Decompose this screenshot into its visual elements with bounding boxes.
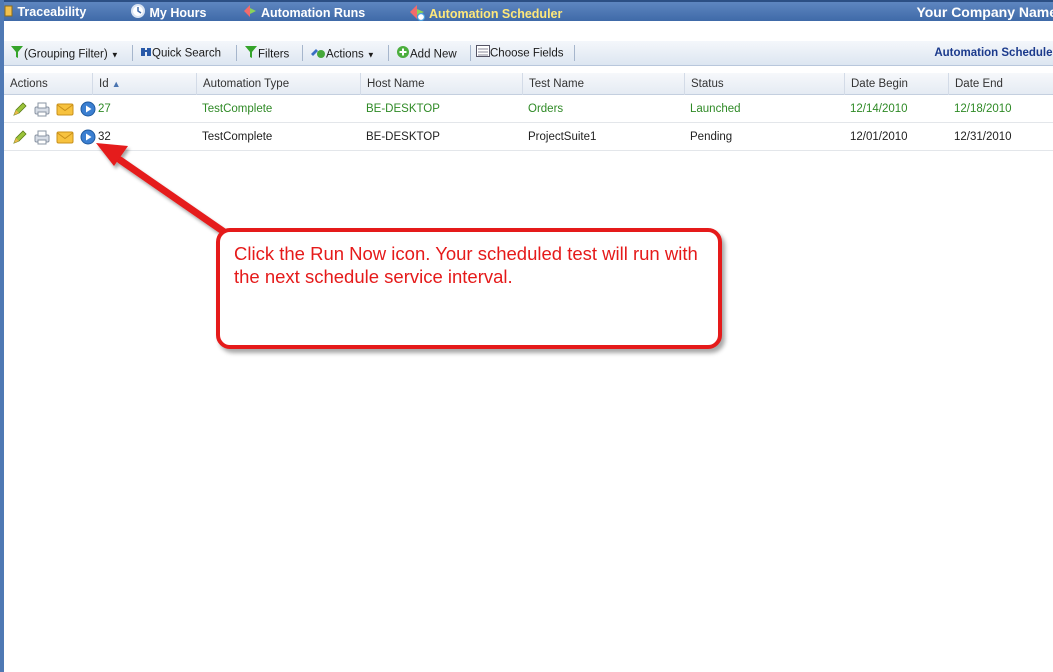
callout-text: Click the Run Now icon. Your scheduled t… <box>234 243 698 287</box>
callout-box: Click the Run Now icon. Your scheduled t… <box>216 228 722 349</box>
